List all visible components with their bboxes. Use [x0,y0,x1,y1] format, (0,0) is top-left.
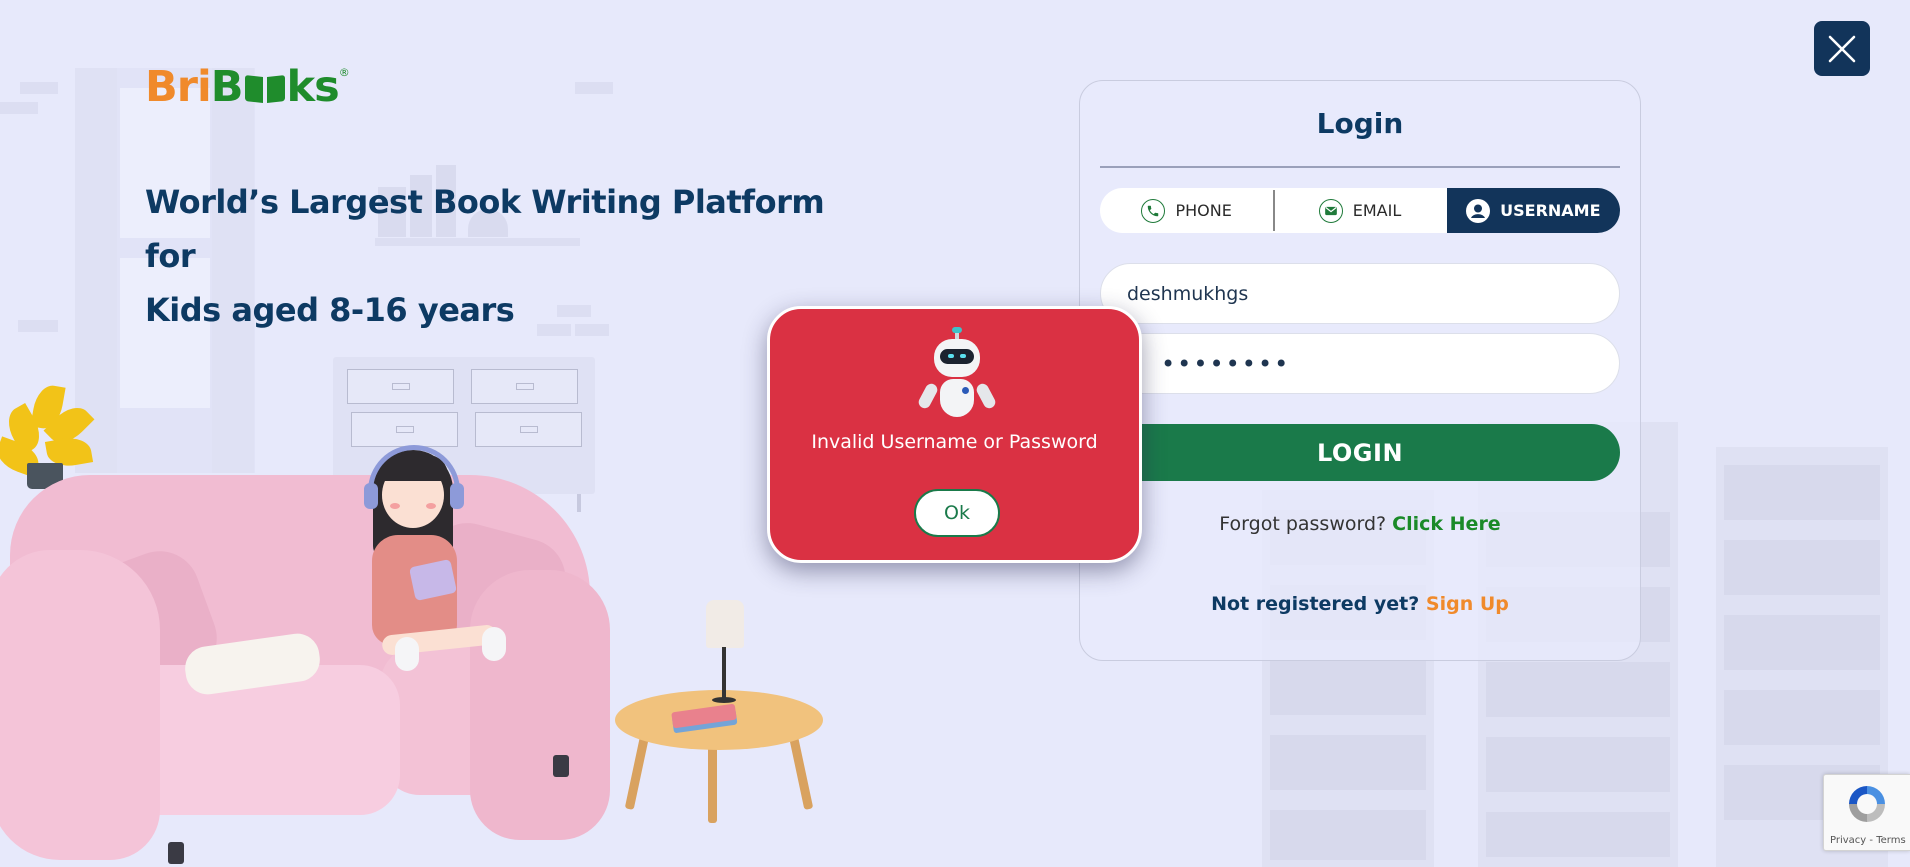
tab-phone-label: PHONE [1175,201,1232,220]
login-method-tabs: PHONE EMAIL USERNAME [1100,188,1620,233]
tab-phone[interactable]: PHONE [1100,188,1273,233]
forgot-password-link[interactable]: Click Here [1392,513,1501,535]
close-icon [1828,35,1856,62]
close-button[interactable] [1814,21,1870,76]
error-message: Invalid Username or Password [811,431,1098,453]
lamp-base [712,697,736,703]
recaptcha-badge[interactable]: Privacy - Terms [1823,774,1910,851]
error-modal: Invalid Username or Password Ok [767,306,1142,563]
login-title: Login [1316,107,1404,140]
registered-mark: ® [338,66,350,79]
username-input[interactable]: deshmukhgs [1100,263,1620,324]
ok-button[interactable]: Ok [914,489,1000,537]
user-icon [1466,198,1491,223]
signup-link[interactable]: Sign Up [1426,593,1509,615]
login-card: Login PHONE EMAIL USERNAME deshmukhgs ••… [1079,80,1641,661]
mail-icon [1318,198,1343,223]
recaptcha-separator: - [1869,835,1874,846]
signup-row: Not registered yet? Sign Up [1080,593,1640,615]
login-button[interactable]: LOGIN [1100,424,1620,481]
password-input[interactable]: •••••••• [1100,333,1620,394]
phone-icon [1141,198,1166,223]
robot-icon [916,327,998,419]
recaptcha-terms-link[interactable]: Terms [1876,835,1905,846]
girl-illustration [360,445,520,680]
lamp-illustration [706,600,744,648]
bribooks-logo[interactable]: Bri B ks ® [145,62,350,112]
logo-text-bri: Bri [145,62,212,112]
logo-text-ks: ks [286,62,340,112]
logo-letter-b: B [210,62,244,112]
forgot-password-text: Forgot password? [1219,513,1387,535]
hero-headline-line1: World’s Largest Book Writing Platform fo… [145,183,825,275]
recaptcha-icon [1849,786,1885,822]
hero-headline-line2: Kids aged 8-16 years [145,291,515,329]
tab-email[interactable]: EMAIL [1273,188,1446,233]
tab-username-label: USERNAME [1500,201,1601,220]
signup-text: Not registered yet? [1211,593,1420,615]
tab-email-label: EMAIL [1352,201,1402,220]
recaptcha-privacy-link[interactable]: Privacy [1830,835,1866,846]
hero-headline: World’s Largest Book Writing Platform fo… [145,175,825,337]
tab-username[interactable]: USERNAME [1446,188,1620,233]
login-divider [1100,166,1620,168]
forgot-password-row: Forgot password? Click Here [1080,513,1640,535]
book-icon [245,76,285,104]
recaptcha-terms: Privacy - Terms [1830,835,1906,846]
lamp-stem [722,647,726,699]
